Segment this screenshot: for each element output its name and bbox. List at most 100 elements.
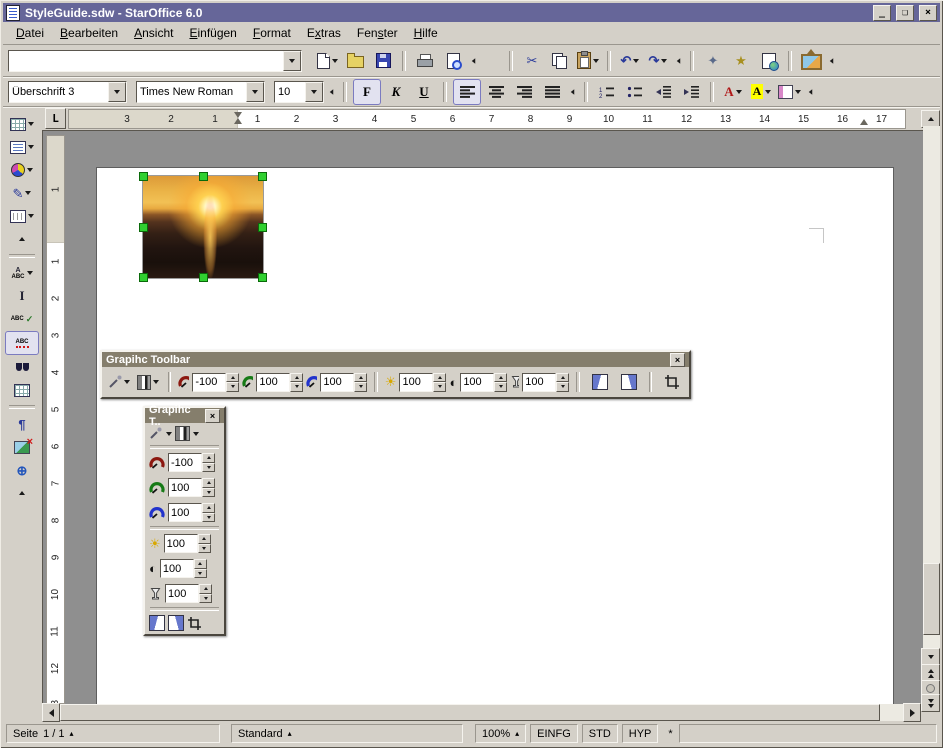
red-value-input[interactable] <box>192 373 226 392</box>
resize-handle[interactable] <box>199 172 208 181</box>
blue-value-input[interactable] <box>168 503 202 522</box>
spin-down-button[interactable] <box>199 594 212 604</box>
close-icon[interactable]: × <box>670 353 685 367</box>
graphics-mode-icon[interactable] <box>175 426 190 441</box>
flip-vertical-button[interactable] <box>616 370 642 394</box>
filter-button[interactable] <box>106 370 132 394</box>
graphic-palette-titlebar[interactable]: Grapihc T.. × <box>145 408 224 423</box>
spin-down-button[interactable] <box>198 544 211 554</box>
spin-up-button[interactable] <box>354 373 367 383</box>
font-size-input[interactable] <box>275 84 305 100</box>
find-button[interactable] <box>6 356 38 378</box>
bold-button[interactable]: F <box>353 79 381 105</box>
scroll-right-button[interactable] <box>903 703 921 722</box>
spin-up-button[interactable] <box>433 373 446 383</box>
style-dropdown-button[interactable] <box>108 82 126 102</box>
cut-button[interactable]: ✂ <box>519 49 545 73</box>
flip-horizontal-icon[interactable] <box>149 615 165 631</box>
bullet-list-button[interactable] <box>622 80 648 104</box>
resize-handle[interactable] <box>258 223 267 232</box>
insert-frame-button[interactable] <box>6 136 38 158</box>
toolbar-scroll-up-button[interactable] <box>6 482 38 504</box>
toolbar-scroll-up-button[interactable] <box>6 228 38 250</box>
graphic-toolbar-titlebar[interactable]: Grapihc Toolbar × <box>102 352 689 367</box>
gallery-button[interactable] <box>798 49 824 73</box>
menu-item-fenster[interactable]: Fenster <box>349 24 406 42</box>
gamma-value-input[interactable] <box>522 373 556 392</box>
page-preview-button[interactable] <box>440 49 466 73</box>
close-button[interactable]: × <box>919 5 937 21</box>
resize-handle[interactable] <box>139 172 148 181</box>
paragraph-style-input[interactable] <box>9 84 108 100</box>
contrast-value-input[interactable] <box>460 373 494 392</box>
blue-spinner[interactable] <box>168 503 215 522</box>
toolbar-overflow-icon[interactable] <box>677 58 681 64</box>
paragraph-background-button[interactable] <box>776 80 803 104</box>
align-right-button[interactable] <box>511 80 537 104</box>
resize-handle[interactable] <box>199 273 208 282</box>
toolbar-overflow-icon[interactable] <box>809 89 813 95</box>
graphic-toolbar-window[interactable]: Grapihc Toolbar × ☀ ◐ <box>100 350 691 399</box>
horizontal-scrollbar[interactable] <box>42 704 921 721</box>
page-status-panel[interactable]: Seite 1 / 1 ▴ <box>6 724 220 743</box>
spin-up-button[interactable] <box>198 534 211 544</box>
font-name-combo[interactable] <box>136 81 265 103</box>
insert-mode-panel[interactable]: EINFG <box>530 724 578 743</box>
contrast-spinner[interactable] <box>460 373 507 392</box>
red-value-input[interactable] <box>168 453 202 472</box>
gamma-value-input[interactable] <box>165 584 199 603</box>
maximize-button[interactable]: ❏ <box>896 5 914 21</box>
graphics-toggle-button[interactable] <box>6 436 38 458</box>
url-dropdown-button[interactable] <box>283 51 301 71</box>
green-spinner[interactable] <box>168 478 215 497</box>
spin-down-button[interactable] <box>433 382 446 392</box>
print-button[interactable] <box>412 49 438 73</box>
vertical-ruler[interactable]: 1 1234567891011121314151617 <box>46 135 65 704</box>
spin-up-button[interactable] <box>290 373 303 383</box>
menu-item-ansicht[interactable]: Ansicht <box>126 24 181 42</box>
graphics-mode-button[interactable] <box>135 370 161 394</box>
chevron-down-icon[interactable] <box>193 432 199 436</box>
auto-spellcheck-button[interactable]: ABC <box>5 331 39 355</box>
autotext-button[interactable]: AABC <box>6 262 38 284</box>
online-layout-button[interactable]: ⊕ <box>6 459 38 481</box>
resize-handle[interactable] <box>258 172 267 181</box>
font-dropdown-button[interactable] <box>246 82 264 102</box>
nonprinting-characters-button[interactable]: ¶ <box>6 413 38 435</box>
save-button[interactable] <box>370 49 396 73</box>
spin-down-button[interactable] <box>202 463 215 473</box>
resize-handle[interactable] <box>139 223 148 232</box>
resize-handle[interactable] <box>258 273 267 282</box>
vertical-scrollbar-track[interactable] <box>923 126 940 648</box>
green-spinner[interactable] <box>256 373 303 392</box>
highlight-button[interactable]: A <box>748 80 774 104</box>
menu-item-hilfe[interactable]: Hilfe <box>406 24 446 42</box>
menu-item-bearbeiten[interactable]: Bearbeiten <box>52 24 126 42</box>
url-combo[interactable] <box>8 50 302 72</box>
tab-type-selector[interactable]: L <box>45 108 66 129</box>
open-button[interactable] <box>342 49 368 73</box>
flip-vertical-icon[interactable] <box>168 615 184 631</box>
next-page-button[interactable] <box>921 694 940 712</box>
spin-up-button[interactable] <box>202 503 215 513</box>
minimize-button[interactable]: _ <box>873 5 891 21</box>
copy-button[interactable] <box>547 49 573 73</box>
gamma-spinner[interactable] <box>522 373 569 392</box>
spin-up-button[interactable] <box>194 559 207 569</box>
spellcheck-button[interactable]: ABC✓ <box>6 308 38 330</box>
chevron-down-icon[interactable] <box>166 432 172 436</box>
font-size-combo[interactable] <box>274 81 324 103</box>
draw-functions-button[interactable]: ✎ <box>6 182 38 204</box>
selection-mode-panel[interactable]: STD <box>582 724 618 743</box>
font-name-input[interactable] <box>137 84 246 100</box>
spin-down-button[interactable] <box>202 513 215 523</box>
gamma-spinner[interactable] <box>165 584 212 603</box>
green-value-input[interactable] <box>256 373 290 392</box>
font-color-button[interactable]: A <box>720 80 746 104</box>
align-center-button[interactable] <box>483 80 509 104</box>
red-spinner[interactable] <box>168 453 215 472</box>
justify-button[interactable] <box>539 80 565 104</box>
stylist-button[interactable]: ★ <box>728 49 754 73</box>
blue-value-input[interactable] <box>320 373 354 392</box>
data-sources-button[interactable] <box>6 379 38 401</box>
